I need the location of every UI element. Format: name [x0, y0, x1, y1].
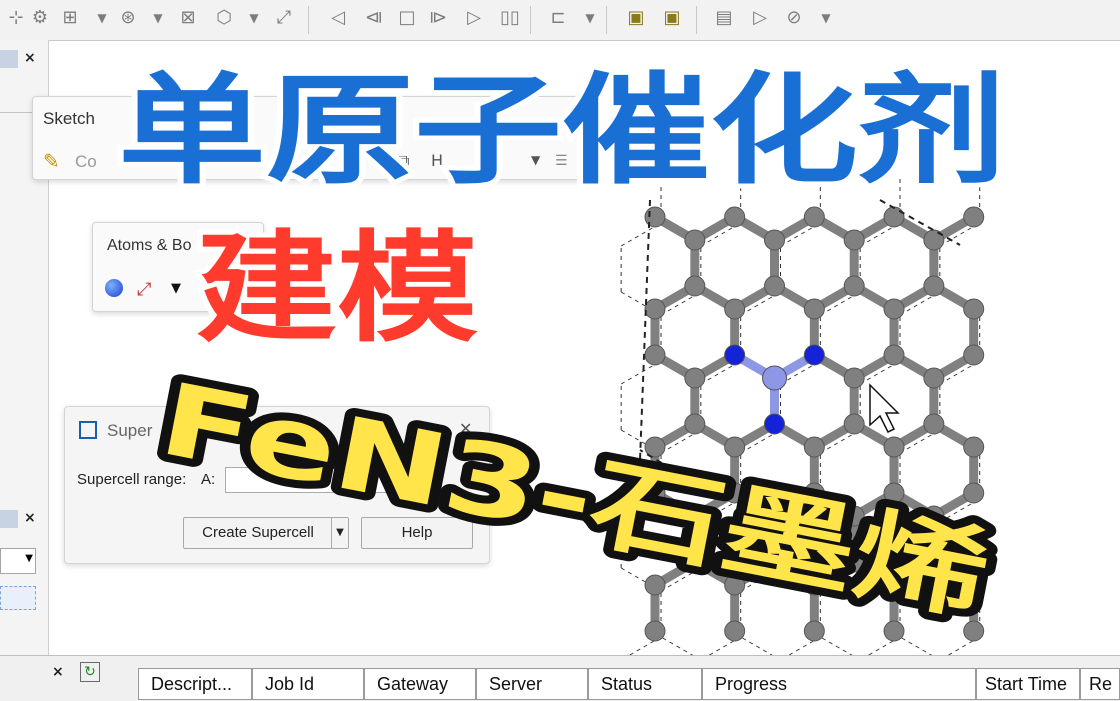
overlay-title-modeling: 建模 — [196, 220, 478, 359]
overlay-layer: 单原子催化剂 建模 FeN3-石墨烯 — [113, 57, 1011, 643]
refresh-icon[interactable]: ↻ — [80, 662, 100, 682]
column-gateway[interactable]: Gateway — [364, 668, 476, 700]
column-job-id[interactable]: Job Id — [252, 668, 364, 700]
column-re[interactable]: Re — [1080, 668, 1120, 700]
column-start-time[interactable]: Start Time — [976, 668, 1080, 700]
column-server[interactable]: Server — [476, 668, 588, 700]
column-progress[interactable]: Progress — [702, 668, 976, 700]
overlay-title-main: 单原子催化剂 — [118, 62, 1006, 201]
overlay-title-fen3: FeN3-石墨烯 — [151, 360, 998, 635]
column-description[interactable]: Descript... — [138, 668, 252, 700]
close-icon[interactable]: × — [52, 664, 64, 680]
column-status[interactable]: Status — [588, 668, 702, 700]
